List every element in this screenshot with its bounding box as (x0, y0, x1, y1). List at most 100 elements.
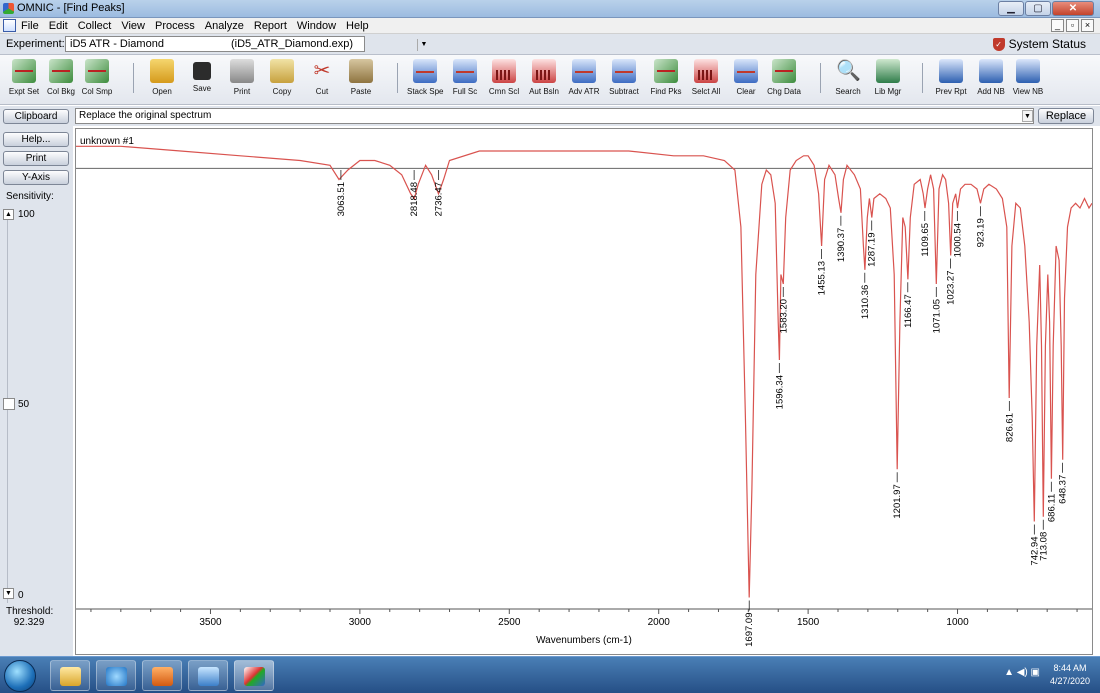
maximize-button[interactable]: ▢ (1025, 1, 1051, 16)
menu-process[interactable]: Process (155, 20, 195, 32)
menu-window[interactable]: Window (297, 20, 336, 32)
close-button[interactable]: ✕ (1052, 1, 1094, 16)
slider-thumb[interactable] (3, 398, 15, 410)
spectrum-chart[interactable]: 3500 3000 2500 2000 1500 1000 Wavenumbers (cm-… (76, 129, 1092, 654)
clipboard-button[interactable]: Clipboard (3, 109, 69, 124)
toolbar: Expt Set Col Bkg Col Smp Open Save Print Copy ✂… (0, 55, 1100, 105)
toolbar-label: Search (835, 87, 861, 96)
peak-label: 648.37 (1058, 475, 1069, 504)
print-button[interactable]: Print (224, 59, 260, 96)
subtract-button[interactable]: Subtract (606, 59, 642, 96)
cmn-scl-button[interactable]: Cmn Scl (486, 59, 522, 96)
experiment-name: iD5 ATR - Diamond (70, 38, 164, 50)
tray-icons[interactable]: ▲ ◀) ▣ (1004, 667, 1040, 678)
peak-label: 2736.47 (434, 182, 445, 216)
cut-button[interactable]: ✂ Cut (304, 59, 340, 96)
menu-report[interactable]: Report (254, 20, 287, 32)
peak-label: 1583.20 (778, 299, 789, 333)
search-button[interactable]: 🔍 Search (830, 59, 866, 96)
clock[interactable]: 8:44 AM 4/27/2020 (1046, 662, 1094, 688)
chevron-down-icon[interactable]: ▼ (1022, 110, 1033, 122)
advanced-atr-icon (572, 59, 596, 83)
taskbar-app-2[interactable] (96, 660, 136, 691)
taskbar-app-4[interactable] (188, 660, 228, 691)
threshold-label: Threshold: (6, 606, 54, 617)
menu-help[interactable]: Help (346, 20, 369, 32)
title-bar: OMNIC - [Find Peaks] ▁ ▢ ✕ (0, 0, 1100, 18)
col-smp-button[interactable]: Col Smp (79, 59, 115, 96)
peak-label: 1071.05 (931, 299, 942, 333)
col-bkg-button[interactable]: Col Bkg (43, 59, 79, 96)
chg-data-button[interactable]: Chg Data (766, 59, 802, 96)
sensitivity-max: 100 (18, 209, 35, 220)
sensitivity-min: 0 (18, 590, 24, 601)
taskbar-app-1[interactable] (50, 660, 90, 691)
system-status-button[interactable]: ✓ System Status (992, 37, 1086, 51)
add-nb-button[interactable]: Add NB (973, 59, 1009, 96)
select-all-icon (694, 59, 718, 83)
replace-button[interactable]: Replace (1038, 108, 1094, 124)
toolbar-label: Clear (736, 87, 756, 96)
sensitivity-label: Sensitivity: (6, 191, 54, 202)
common-scale-icon (492, 59, 516, 83)
copy-button[interactable]: Copy (264, 59, 300, 96)
adv-atr-button[interactable]: Adv ATR (566, 59, 602, 96)
experiment-select[interactable]: iD5 ATR - Diamond (iD5_ATR_Diamond.exp) … (65, 36, 427, 52)
toolbar-label: Save (192, 84, 212, 93)
full-sc-button[interactable]: Full Sc (447, 59, 483, 96)
chevron-up-icon[interactable]: ▲ (3, 209, 14, 220)
copy-icon (270, 59, 294, 83)
clear-button[interactable]: Clear (728, 59, 764, 96)
paste-button[interactable]: Paste (343, 59, 379, 96)
spectrum-plot[interactable]: unknown #1 3500 3000 2500 2000 1500 1000 Waven… (75, 128, 1093, 655)
x-tick-label: 1500 (797, 617, 820, 628)
lib-mgr-button[interactable]: Lib Mgr (870, 59, 906, 96)
omnic-app-icon (3, 3, 14, 14)
mdi-close-button[interactable]: × (1081, 19, 1094, 32)
mdi-restore-button[interactable]: ▫ (1066, 19, 1079, 32)
find-pks-button[interactable]: Find Pks (648, 59, 684, 96)
find-peaks-icon (654, 59, 678, 83)
menu-edit[interactable]: Edit (49, 20, 68, 32)
experiment-label: Experiment: (6, 38, 65, 50)
minimize-button[interactable]: ▁ (998, 1, 1024, 16)
x-tick-label: 3000 (349, 617, 372, 628)
menu-view[interactable]: View (121, 20, 145, 32)
command-field[interactable]: Replace the original spectrum (75, 108, 1034, 124)
print-button[interactable]: Print (3, 151, 69, 166)
open-button[interactable]: Open (144, 59, 180, 96)
subtract-icon (612, 59, 636, 83)
threshold-value: 92.329 (13, 617, 45, 628)
expt-set-button[interactable]: Expt Set (6, 59, 42, 96)
command-bar: Clipboard Replace the original spectrum … (0, 106, 1100, 126)
peak-label: 923.19 (975, 218, 986, 247)
taskbar-app-5[interactable] (234, 660, 274, 691)
toolbar-separator (922, 63, 923, 93)
toolbar-label: Stack Spe (407, 87, 444, 96)
aut-bsln-button[interactable]: Aut Bsln (526, 59, 562, 96)
x-tick-label: 2500 (498, 617, 521, 628)
x-tick-label: 1000 (946, 617, 969, 628)
menu-collect[interactable]: Collect (78, 20, 112, 32)
toolbar-label: Full Sc (452, 87, 478, 96)
mdi-minimize-button[interactable]: _ (1051, 19, 1064, 32)
view-nb-button[interactable]: View NB (1010, 59, 1046, 96)
help-button[interactable]: Help... (3, 132, 69, 147)
prev-rpt-button[interactable]: Prev Rpt (933, 59, 969, 96)
printer-icon (230, 59, 254, 83)
start-button[interactable] (4, 660, 36, 692)
stack-spe-button[interactable]: Stack Spe (407, 59, 443, 96)
peak-label: 1390.37 (836, 228, 847, 262)
y-axis-button[interactable]: Y-Axis (3, 170, 69, 185)
selct-all-button[interactable]: Selct All (688, 59, 724, 96)
chevron-down-icon[interactable]: ▼ (417, 39, 430, 51)
menu-file[interactable]: File (21, 20, 39, 32)
save-button[interactable]: Save (184, 59, 220, 93)
chevron-down-icon[interactable]: ▼ (3, 588, 14, 599)
toolbar-label: Copy (272, 87, 292, 96)
menu-analyze[interactable]: Analyze (205, 20, 244, 32)
search-magnifier-icon: 🔍 (836, 60, 861, 82)
document-icon[interactable] (3, 19, 16, 32)
toolbar-label: Cut (315, 87, 329, 96)
taskbar-app-3[interactable] (142, 660, 182, 691)
